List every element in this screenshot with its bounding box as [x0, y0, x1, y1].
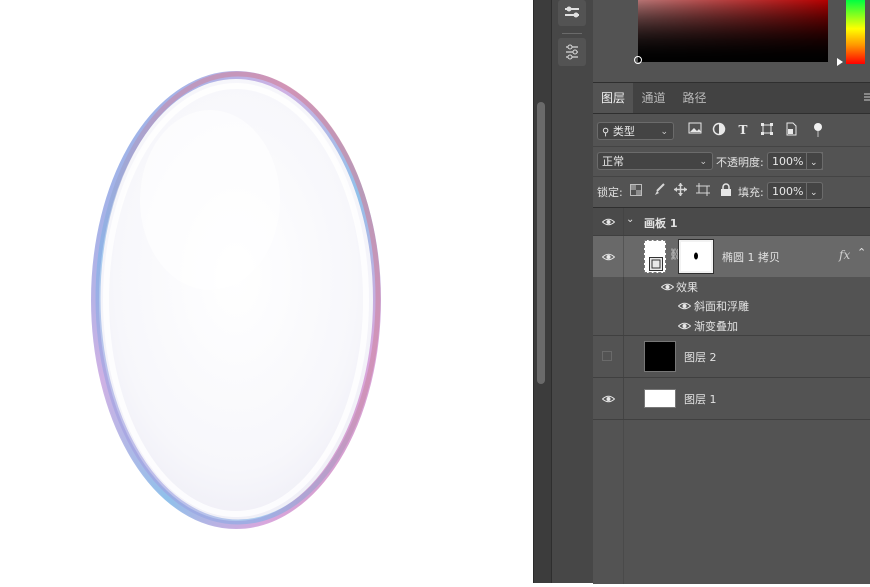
layer-row[interactable]: 图层 1 — [593, 378, 870, 419]
eye-icon[interactable] — [602, 218, 615, 226]
pixel-layer-filter-icon[interactable] — [687, 122, 703, 138]
group-name: 画板 1 — [644, 217, 678, 230]
vector-mask-thumbnail[interactable] — [679, 240, 713, 273]
effect-gradient-overlay[interactable]: 渐变叠加 — [694, 318, 738, 334]
chevron-down-icon: ⌄ — [810, 158, 818, 168]
chevron-down-icon[interactable]: ⌄ — [626, 214, 634, 225]
adjustments-icon[interactable] — [558, 38, 586, 66]
effects-label[interactable]: 效果 — [676, 279, 698, 295]
chevron-up-icon[interactable]: ⌃ — [857, 246, 866, 259]
layer-thumbnail[interactable] — [644, 341, 676, 372]
tab-layers[interactable]: 图层 — [593, 83, 633, 113]
fill-dropdown-button[interactable]: ⌄ — [806, 182, 823, 200]
blend-mode-value: 正常 — [602, 155, 624, 168]
panel-icon-strip — [551, 0, 594, 583]
vector-shape-badge-icon — [649, 257, 663, 271]
hue-slider-handle[interactable] — [837, 58, 843, 66]
visibility-column-divider — [623, 277, 624, 335]
lock-label: 锁定: — [597, 186, 623, 199]
visibility-toggle-off[interactable] — [602, 351, 612, 361]
chevron-down-icon: ⌄ — [810, 188, 818, 198]
eye-icon[interactable] — [602, 253, 615, 261]
eye-icon[interactable] — [661, 283, 674, 291]
eye-icon[interactable] — [602, 395, 615, 403]
chevron-down-icon: ⌄ — [660, 127, 668, 137]
layer-effects-list: 效果 斜面和浮雕 渐变叠加 — [593, 277, 870, 335]
tab-paths[interactable]: 路径 — [674, 83, 715, 113]
row-divider — [593, 176, 870, 177]
opacity-dropdown-button[interactable]: ⌄ — [806, 152, 823, 170]
effect-bevel-emboss[interactable]: 斜面和浮雕 — [694, 298, 749, 314]
tab-channels[interactable]: 通道 — [633, 83, 674, 113]
hue-slider[interactable] — [846, 0, 865, 64]
filter-toggle-icon[interactable] — [810, 122, 826, 138]
layer-row-selected[interactable]: ⛓ 椭圆 1 拷贝 fx ⌃ — [593, 236, 870, 277]
layer-thumbnail[interactable] — [644, 240, 666, 273]
layer-group-row[interactable]: ⌄ 画板 1 — [593, 208, 870, 236]
type-layer-filter-icon[interactable]: T — [735, 122, 751, 138]
smart-object-filter-icon[interactable] — [783, 122, 799, 138]
chevron-down-icon: ⌄ — [699, 157, 707, 167]
lock-position-icon[interactable] — [674, 183, 687, 196]
layer-row[interactable]: 图层 2 — [593, 336, 870, 377]
visibility-column-divider — [623, 378, 624, 419]
panel-menu-icon[interactable] — [864, 92, 870, 102]
lock-artboard-icon[interactable] — [696, 183, 710, 196]
filter-kind-select[interactable]: ⚲ 类型 ⌄ — [597, 122, 674, 140]
scrollbar-thumb[interactable] — [537, 102, 545, 384]
search-icon: ⚲ — [602, 127, 610, 138]
blend-mode-select[interactable]: 正常 ⌄ — [597, 152, 713, 170]
layer-name: 椭圆 1 拷贝 — [722, 251, 780, 264]
opacity-label: 不透明度: — [716, 156, 764, 169]
color-picker-panel — [593, 0, 870, 83]
filter-kind-label: 类型 — [612, 125, 635, 138]
bubble-artwork — [91, 71, 381, 529]
lock-transparent-pixels-icon[interactable] — [630, 184, 642, 196]
properties-icon[interactable] — [558, 0, 586, 26]
eye-icon[interactable] — [678, 322, 691, 330]
layers-list: ⌄ 画板 1 ⛓ 椭圆 1 拷贝 fx ⌃ 效果 斜面和浮雕 渐变叠加 图层 2… — [593, 207, 870, 584]
layer-name: 图层 1 — [684, 393, 717, 406]
panel-tabs: 图层 通道 路径 — [593, 83, 870, 114]
eye-icon[interactable] — [678, 302, 691, 310]
visibility-column-divider — [623, 420, 624, 584]
row-divider — [593, 419, 870, 420]
layers-panel: 图层 通道 路径 ⚲ 类型 ⌄ T 正常 ⌄ 不透明度: 100% ⌄ 锁定: — [593, 0, 870, 584]
visibility-column-divider — [623, 336, 624, 377]
document-canvas[interactable] — [0, 0, 533, 583]
opacity-value: 100% — [772, 155, 804, 168]
color-field[interactable] — [638, 0, 828, 62]
fill-label: 填充: — [738, 186, 764, 199]
lock-all-icon[interactable] — [720, 183, 732, 196]
shape-layer-filter-icon[interactable] — [759, 122, 775, 138]
color-picker-cursor[interactable] — [634, 56, 642, 64]
layer-thumbnail[interactable] — [644, 389, 676, 408]
strip-divider — [562, 33, 582, 34]
visibility-column-divider — [623, 208, 624, 235]
fx-badge[interactable]: fx — [839, 248, 850, 262]
lock-image-pixels-icon[interactable] — [653, 183, 666, 196]
adjustment-layer-filter-icon[interactable] — [711, 122, 727, 138]
visibility-column-divider — [623, 236, 624, 277]
layer-name: 图层 2 — [684, 351, 717, 364]
row-divider — [593, 146, 870, 147]
fill-value: 100% — [772, 185, 804, 198]
